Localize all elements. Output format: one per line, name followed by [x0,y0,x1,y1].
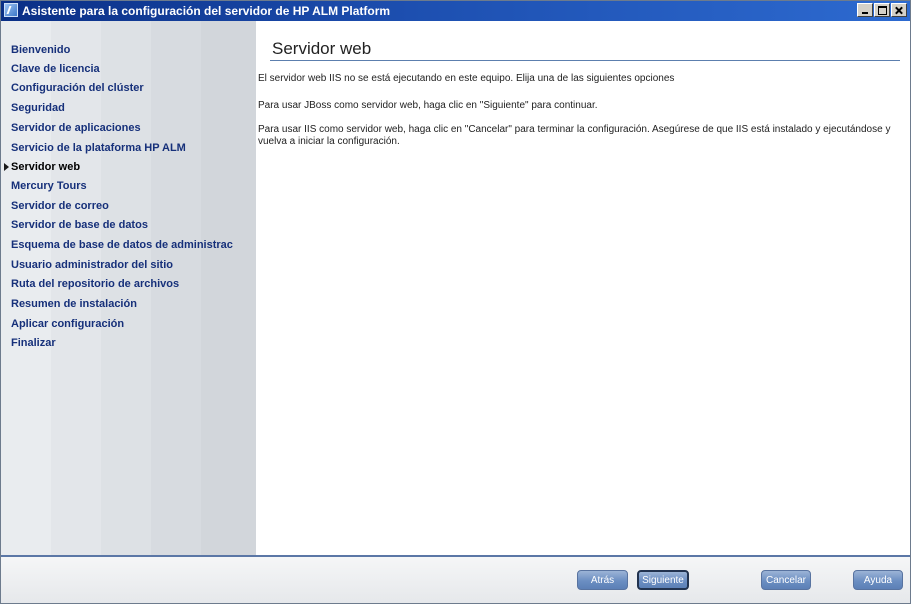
title-divider [270,60,900,61]
sidebar-item-bienvenido[interactable]: Bienvenido [11,41,70,59]
sidebar-item-label: Servidor web [11,161,81,173]
wizard-steps-sidebar: Bienvenido Clave de licencia Configuraci… [1,21,256,555]
window-title: Asistente para la configuración del serv… [22,4,391,18]
minimize-icon[interactable] [857,3,873,17]
sidebar-item-usuario-administrador[interactable]: Usuario administrador del sitio [11,256,173,274]
content-panel: Servidor web El servidor web IIS no se e… [256,21,910,555]
paragraph-jboss-option: Para usar JBoss como servidor web, haga … [258,100,598,111]
paragraph-iis-not-running: El servidor web IIS no se está ejecutand… [258,73,675,84]
app-icon [4,3,18,17]
sidebar-item-servidor-aplicaciones[interactable]: Servidor de aplicaciones [11,119,141,137]
window-controls [857,3,907,17]
wizard-footer: Atrás Siguiente Cancelar Ayuda [1,557,910,603]
close-icon[interactable] [891,3,907,17]
sidebar-item-configuracion-cluster[interactable]: Configuración del clúster [11,79,144,97]
next-button[interactable]: Siguiente [637,570,689,590]
help-button[interactable]: Ayuda [853,570,903,590]
sidebar-item-clave-licencia[interactable]: Clave de licencia [11,60,100,78]
sidebar-item-finalizar[interactable]: Finalizar [11,334,56,352]
sidebar-item-seguridad[interactable]: Seguridad [11,99,65,117]
sidebar-item-aplicar-configuracion[interactable]: Aplicar configuración [11,315,124,333]
current-step-arrow-icon [4,163,9,171]
wizard-window: Asistente para la configuración del serv… [0,0,911,604]
sidebar-item-ruta-repositorio[interactable]: Ruta del repositorio de archivos [11,275,179,293]
sidebar-item-mercury-tours[interactable]: Mercury Tours [11,177,87,195]
title-bar[interactable]: Asistente para la configuración del serv… [1,1,910,21]
sidebar-item-esquema-base-datos[interactable]: Esquema de base de datos de administrac [11,236,233,254]
page-title: Servidor web [272,39,372,58]
sidebar-item-servidor-correo[interactable]: Servidor de correo [11,197,109,215]
paragraph-iis-option: Para usar IIS como servidor web, haga cl… [258,124,891,147]
back-button[interactable]: Atrás [577,570,628,590]
sidebar-item-servidor-web[interactable]: Servidor web [4,158,81,176]
sidebar-item-resumen-instalacion[interactable]: Resumen de instalación [11,295,137,313]
maximize-icon[interactable] [874,3,890,17]
sidebar-item-servidor-base-datos[interactable]: Servidor de base de datos [11,216,148,234]
sidebar-item-servicio-plataforma[interactable]: Servicio de la plataforma HP ALM [11,139,186,157]
cancel-button[interactable]: Cancelar [761,570,811,590]
